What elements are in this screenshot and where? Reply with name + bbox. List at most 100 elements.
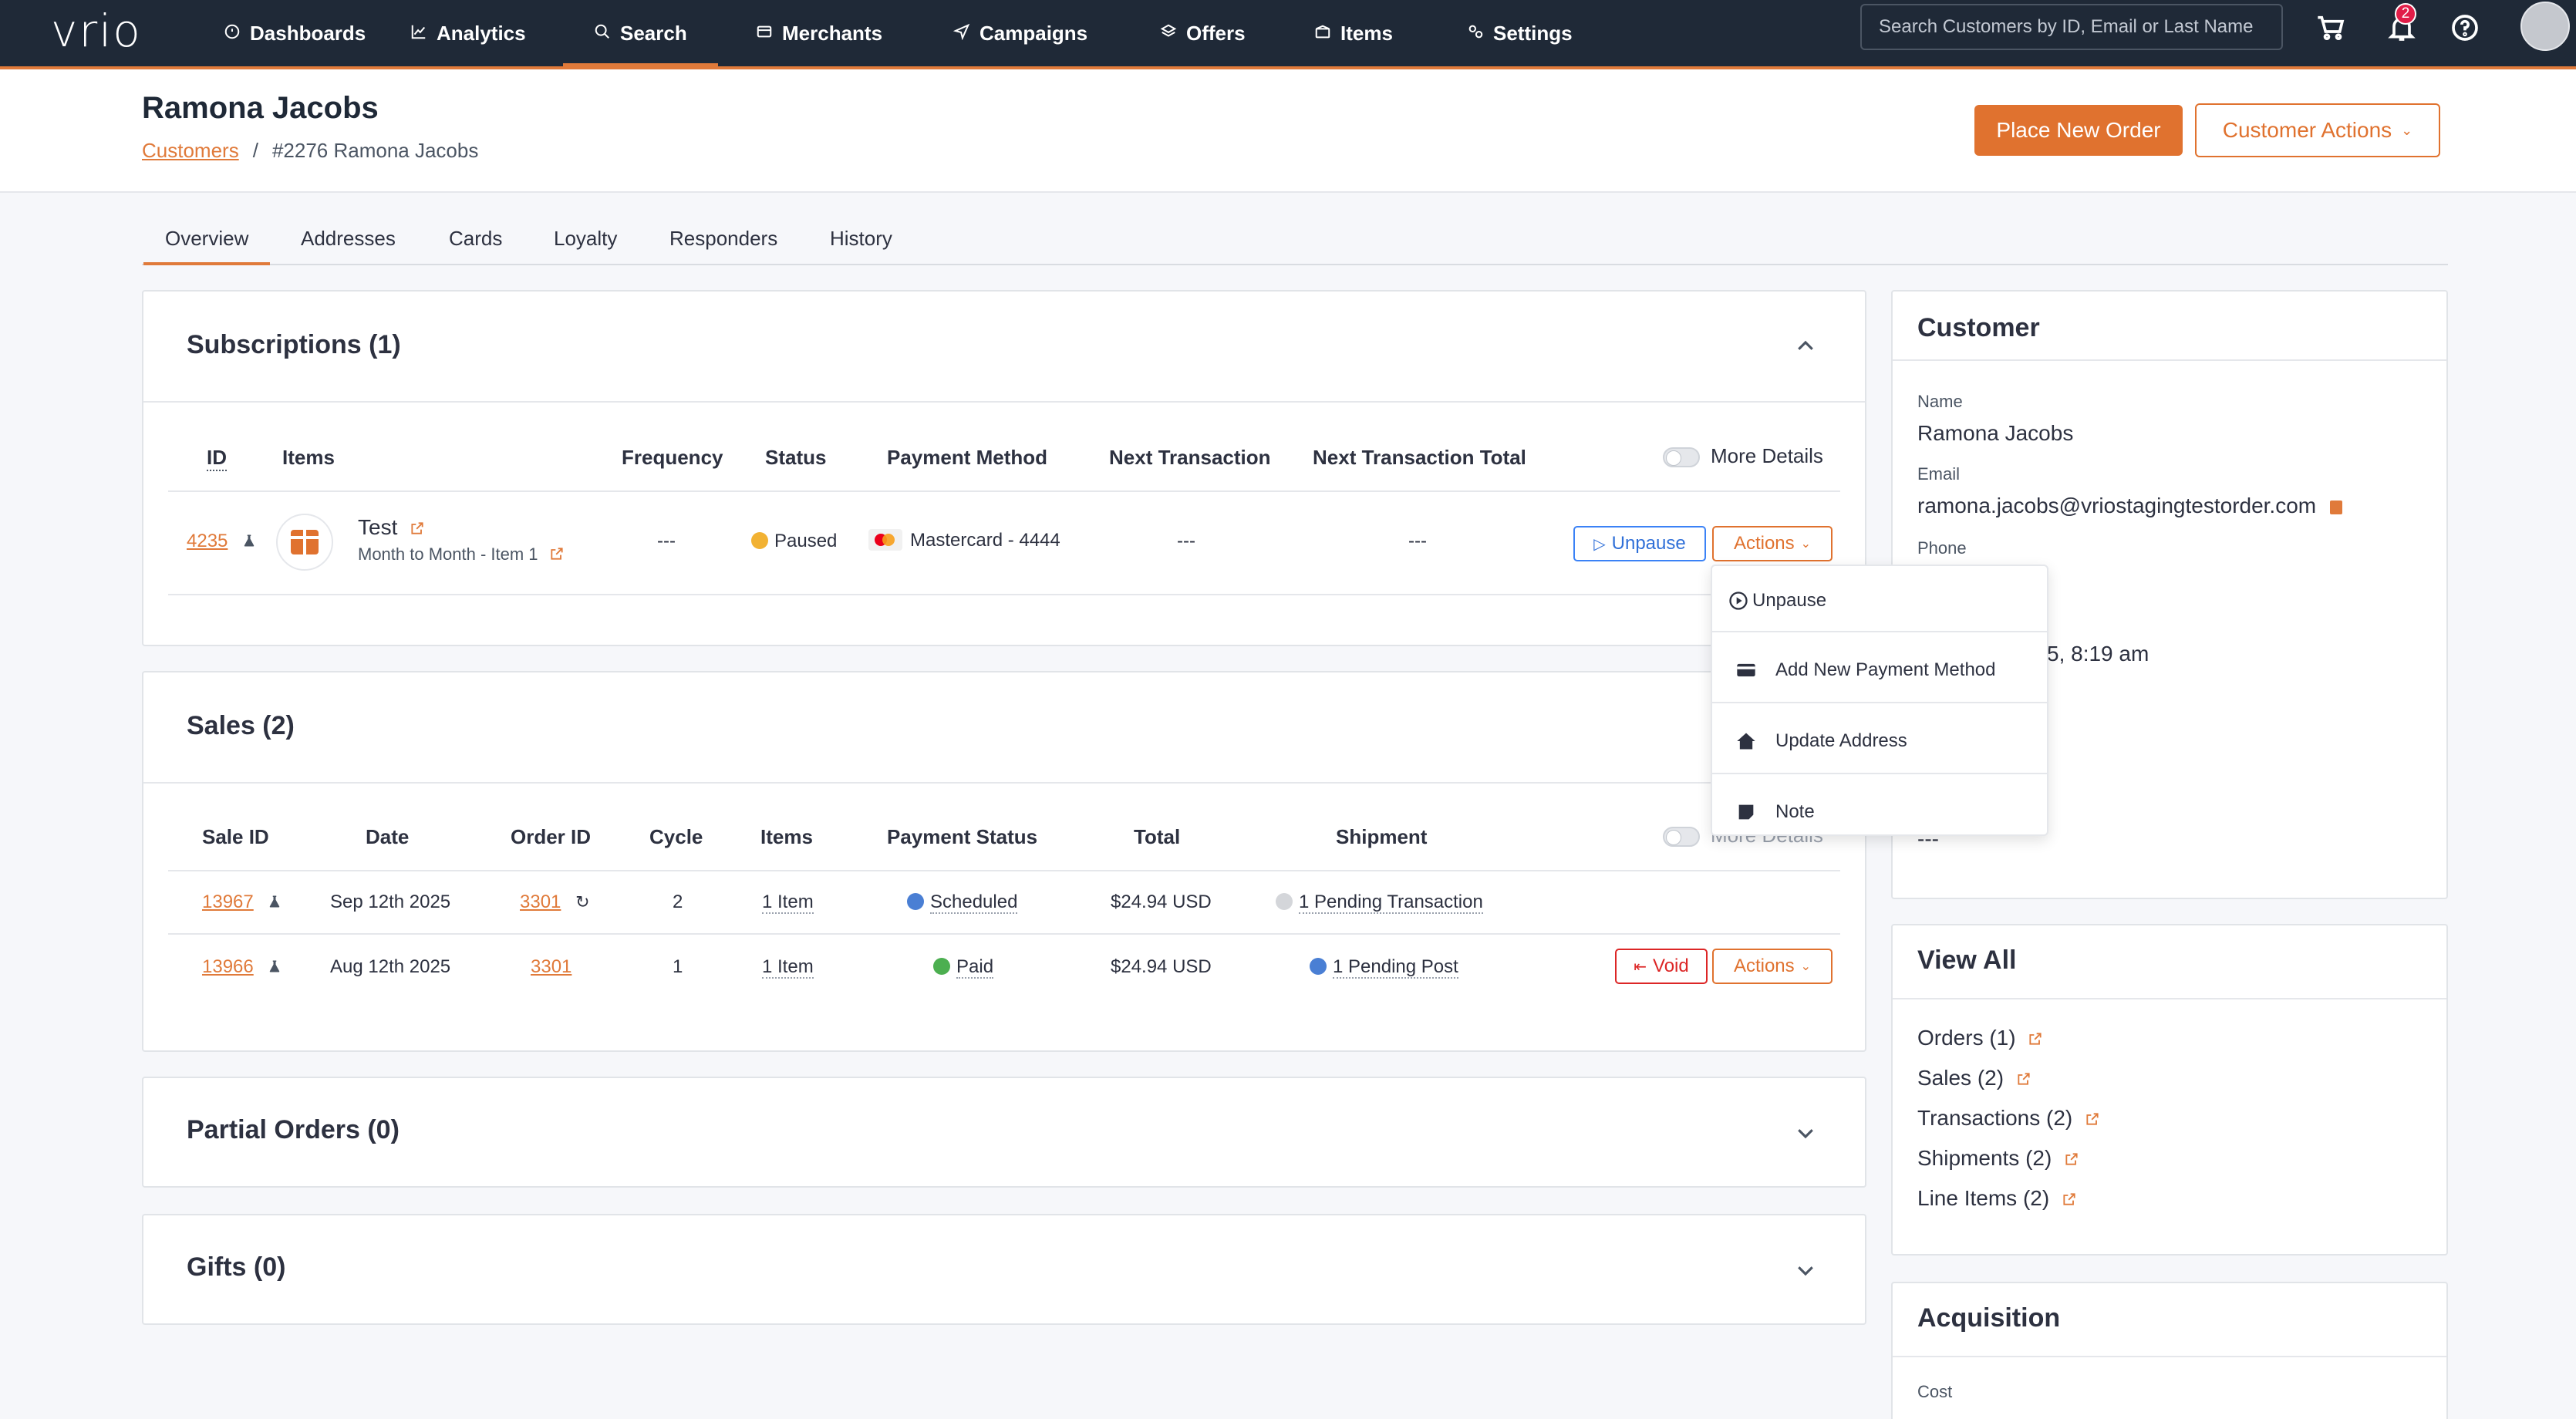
menu-item-unpause[interactable]: Unpause — [1712, 566, 2047, 635]
table-row: 13967 — [202, 892, 282, 913]
total-value: $24.94 USD — [1111, 892, 1212, 912]
place-new-order-button[interactable]: Place New Order — [1974, 105, 2183, 156]
page-title: Ramona Jacobs — [142, 91, 379, 125]
col-payment-method: Payment Method — [887, 446, 1048, 469]
nav-merchants[interactable]: Merchants — [756, 0, 882, 66]
sale-actions-button[interactable]: Actions ⌄ — [1712, 949, 1833, 984]
total-value: $24.94 USD — [1111, 956, 1212, 977]
nav-search[interactable]: Search — [563, 0, 718, 66]
tab-addresses[interactable]: Addresses — [301, 227, 396, 251]
customer-actions-button[interactable]: Customer Actions ⌄ — [2195, 103, 2440, 157]
order-id-link[interactable]: 3301 — [520, 892, 561, 912]
item-name[interactable]: Test — [358, 515, 425, 540]
chevron-up-icon[interactable] — [1794, 335, 1817, 358]
shipment-status: 1 Pending Post — [1310, 956, 1458, 979]
top-navbar: vrio Dashboards Analytics Search Merchan… — [0, 0, 2576, 69]
external-link-icon — [2028, 1027, 2043, 1045]
subscription-actions-menu: Unpause Add New Payment Method Update Ad… — [1711, 565, 2048, 836]
tab-cards[interactable]: Cards — [449, 227, 502, 251]
user-avatar[interactable] — [2520, 2, 2570, 51]
menu-item-add-payment-method[interactable]: Add New Payment Method — [1712, 635, 2047, 705]
nav-items[interactable]: Items — [1314, 0, 1393, 66]
status-dot — [751, 532, 768, 549]
sale-id-link[interactable]: 13966 — [202, 956, 254, 977]
external-link-icon — [2062, 1188, 2077, 1205]
table-row: 13966 — [202, 956, 282, 978]
col-id: ID — [207, 446, 227, 471]
view-all-title: View All — [1917, 945, 2017, 975]
items-icon — [1314, 22, 1331, 46]
vrio-logo[interactable]: vrio — [51, 5, 142, 59]
page-header: Ramona Jacobs Customers / #2276 Ramona J… — [0, 69, 2576, 193]
item-subtitle[interactable]: Month to Month - Item 1 — [358, 544, 565, 565]
external-link-icon[interactable] — [549, 546, 565, 561]
status-dot — [933, 958, 950, 975]
nav-campaigns[interactable]: Campaigns — [953, 0, 1087, 66]
global-search-input[interactable]: Search Customers by ID, Email or Last Na… — [1860, 4, 2283, 50]
menu-item-note[interactable]: Note — [1712, 777, 2047, 847]
customer-tabs: Overview Addresses Cards Loyalty Respond… — [142, 216, 2448, 265]
view-all-line-items-link[interactable]: Line Items (2) — [1917, 1186, 2077, 1211]
subscription-id-link[interactable]: 4235 — [187, 531, 228, 551]
order-id-cell: 3301 — [531, 956, 572, 978]
customer-card-title: Customer — [1917, 313, 2040, 342]
sale-id-link[interactable]: 13967 — [202, 892, 254, 912]
col-sale-id: Sale ID — [202, 825, 269, 848]
tab-responders[interactable]: Responders — [669, 227, 777, 251]
more-details-toggle[interactable] — [1663, 447, 1700, 467]
nav-offers[interactable]: Offers — [1160, 0, 1246, 66]
col-order-id: Order ID — [511, 825, 592, 848]
view-all-shipments-link[interactable]: Shipments (2) — [1917, 1146, 2079, 1171]
mastercard-icon — [868, 529, 902, 551]
frequency-value: --- — [657, 531, 676, 551]
view-all-sales-link[interactable]: Sales (2) — [1917, 1066, 2031, 1090]
sales-title: Sales (2) — [187, 711, 295, 740]
order-id-cell: 3301 ↻ — [520, 892, 590, 913]
sale-date: Aug 12th 2025 — [330, 956, 451, 977]
chevron-down-icon[interactable] — [1794, 1259, 1817, 1282]
subscription-actions-button[interactable]: Actions ⌄ — [1712, 526, 1833, 561]
customer-date-partial: 5, 8:19 am — [2047, 642, 2149, 666]
external-link-icon[interactable] — [410, 517, 425, 534]
view-all-card: View All Orders (1) Sales (2) Transactio… — [1891, 924, 2448, 1256]
menu-item-update-address[interactable]: Update Address — [1712, 706, 2047, 776]
nav-analytics[interactable]: Analytics — [410, 0, 526, 66]
notification-badge: 2 — [2395, 3, 2416, 25]
void-button[interactable]: ⇤ Void — [1615, 949, 1708, 984]
help-icon[interactable] — [2450, 12, 2480, 43]
cycle-value: 1 — [673, 956, 683, 977]
next-total-value: --- — [1408, 531, 1427, 551]
nav-settings[interactable]: Settings — [1467, 0, 1573, 66]
unpause-button[interactable]: ▷ Unpause — [1573, 526, 1706, 561]
home-icon — [1735, 730, 1757, 752]
analytics-icon — [410, 22, 427, 46]
status-dot — [1276, 893, 1293, 910]
chevron-down-icon[interactable] — [1794, 1121, 1817, 1144]
breadcrumb-customers-link[interactable]: Customers — [142, 139, 239, 163]
acquisition-title: Acquisition — [1917, 1303, 2061, 1333]
tab-loyalty[interactable]: Loyalty — [554, 227, 617, 251]
nav-dashboards[interactable]: Dashboards — [224, 0, 366, 66]
gifts-card: Gifts (0) — [142, 1214, 1866, 1325]
settings-icon — [1467, 22, 1484, 46]
items-value[interactable]: 1 Item — [762, 892, 814, 914]
view-all-transactions-link[interactable]: Transactions (2) — [1917, 1106, 2100, 1131]
customer-name: Ramona Jacobs — [1917, 421, 2074, 445]
dashboard-icon — [224, 22, 241, 46]
copy-icon[interactable] — [2329, 501, 2342, 514]
test-flask-icon — [268, 958, 282, 975]
cart-icon[interactable] — [2315, 12, 2346, 43]
order-id-link[interactable]: 3301 — [531, 956, 572, 977]
chevron-down-icon: ⌄ — [1800, 538, 1812, 551]
view-all-orders-link[interactable]: Orders (1) — [1917, 1026, 2043, 1050]
email-label: Email — [1917, 464, 1961, 484]
tab-overview[interactable]: Overview — [143, 227, 271, 265]
cost-label: Cost — [1917, 1382, 1953, 1401]
acquisition-card: Acquisition Cost — [1891, 1282, 2448, 1419]
breadcrumb-current: #2276 Ramona Jacobs — [271, 139, 479, 162]
sales-more-details-toggle[interactable] — [1663, 827, 1700, 847]
items-value[interactable]: 1 Item — [762, 956, 814, 979]
campaigns-icon — [953, 22, 970, 46]
col-next-transaction-total: Next Transaction Total — [1313, 446, 1526, 469]
tab-history[interactable]: History — [830, 227, 892, 251]
